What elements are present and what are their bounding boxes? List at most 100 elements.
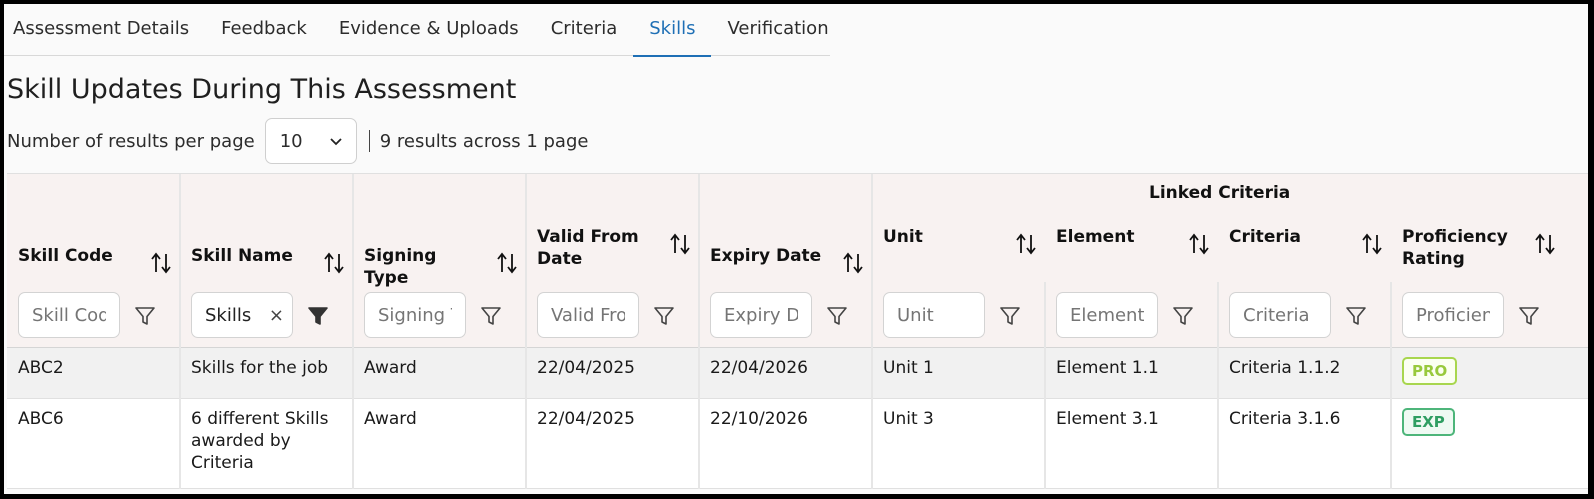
column-divider (1390, 282, 1392, 349)
column-divider (1390, 348, 1392, 399)
column-header-skill-name: Skill Name (191, 246, 293, 266)
cell-valid-from: 22/04/2025 (537, 358, 635, 378)
table-header: Linked Criteria Skill Code Skill Name Skil… (7, 173, 1588, 349)
column-header-signing-type: Signing Type (364, 246, 437, 288)
filter-text[interactable] (897, 304, 971, 326)
tab-evidence-uploads[interactable]: Evidence & Uploads (323, 4, 535, 56)
cell-element: Element 3.1 (1056, 409, 1159, 429)
filter-text[interactable] (1416, 304, 1490, 326)
filter-text[interactable] (551, 304, 625, 326)
filter-text[interactable] (1070, 304, 1144, 326)
cell-expiry-date: 22/04/2026 (710, 358, 808, 378)
column-divider (1390, 399, 1392, 489)
chevron-down-icon (330, 138, 342, 146)
column-divider (1044, 282, 1046, 349)
column-divider (179, 399, 181, 489)
tab-skills[interactable]: Skills (633, 4, 712, 57)
filter-text[interactable] (378, 304, 452, 326)
cell-signing-type: Award (364, 358, 417, 378)
page-title: Skill Updates During This Assessment (7, 74, 517, 105)
filter-icon[interactable] (826, 305, 848, 327)
column-header-unit: Unit (883, 227, 923, 247)
filter-input-skill-name[interactable]: Skills × (191, 292, 293, 338)
sort-icon[interactable] (1534, 232, 1556, 256)
sort-icon[interactable] (1361, 232, 1383, 256)
pagination-controls: Number of results per page 10 9 results … (7, 118, 588, 164)
column-divider (871, 399, 873, 489)
cell-unit: Unit 1 (883, 358, 934, 378)
cell-skill-code: ABC6 (18, 409, 64, 429)
cell-skill-name: 6 different Skills awarded by Criteria (191, 409, 329, 473)
cell-criteria: Criteria 3.1.6 (1229, 409, 1341, 429)
filter-input-criteria[interactable] (1229, 292, 1331, 338)
cell-valid-from: 22/04/2025 (537, 409, 635, 429)
column-divider (698, 174, 700, 349)
table-row[interactable]: ABC2 Skills for the job Award 22/04/2025 22/… (7, 348, 1588, 399)
column-divider (179, 348, 181, 399)
table-row[interactable]: ABC6 6 different Skills awarded by Criter… (7, 399, 1588, 489)
column-divider (525, 348, 527, 399)
filter-text[interactable] (1243, 304, 1317, 326)
filter-input-proficiency[interactable] (1402, 292, 1504, 338)
filter-input-unit[interactable] (883, 292, 985, 338)
sort-icon[interactable] (323, 251, 345, 275)
column-divider (1217, 348, 1219, 399)
cell-criteria: Criteria 1.1.2 (1229, 358, 1341, 378)
filter-icon[interactable] (1345, 305, 1367, 327)
filter-input-skill-code[interactable] (18, 292, 120, 338)
column-divider (1044, 399, 1046, 489)
cell-unit: Unit 3 (883, 409, 934, 429)
filter-icon[interactable] (1518, 305, 1540, 327)
filter-input-valid-from[interactable] (537, 292, 639, 338)
filter-icon[interactable] (134, 305, 156, 327)
cell-signing-type: Award (364, 409, 417, 429)
tab-criteria[interactable]: Criteria (535, 4, 634, 56)
column-divider (698, 399, 700, 489)
tab-feedback[interactable]: Feedback (205, 4, 323, 56)
column-divider (1217, 282, 1219, 349)
tab-assessment-details[interactable]: Assessment Details (4, 4, 205, 56)
filter-icon[interactable] (653, 305, 675, 327)
filter-value: Skills (205, 304, 252, 326)
column-divider (1217, 399, 1219, 489)
proficiency-badge: PRO (1402, 357, 1458, 385)
column-divider (352, 174, 354, 349)
filter-text[interactable] (32, 304, 106, 326)
table-body: ABC2 Skills for the job Award 22/04/2025 22/… (7, 348, 1588, 489)
sort-icon[interactable] (1188, 232, 1210, 256)
cell-skill-name: Skills for the job (191, 358, 329, 378)
results-per-page-label: Number of results per page (7, 130, 255, 152)
cell-element: Element 1.1 (1056, 358, 1159, 378)
tab-verification[interactable]: Verification (711, 4, 844, 56)
linked-criteria-group-header: Linked Criteria (1149, 183, 1291, 203)
filter-active-icon[interactable] (307, 305, 329, 327)
clear-filter-icon[interactable]: × (269, 305, 284, 326)
column-header-proficiency: Proficiency Rating (1402, 227, 1508, 269)
results-summary: 9 results across 1 page (379, 130, 589, 152)
column-divider (525, 399, 527, 489)
proficiency-badge: EXP (1402, 408, 1455, 436)
column-divider (1044, 348, 1046, 399)
filter-input-element[interactable] (1056, 292, 1158, 338)
column-header-element: Element (1056, 227, 1135, 247)
column-divider (179, 174, 181, 349)
results-per-page-select[interactable]: 10 (264, 118, 357, 164)
filter-icon[interactable] (1172, 305, 1194, 327)
filter-input-expiry-date[interactable] (710, 292, 812, 338)
column-divider (871, 348, 873, 399)
assessment-panel: Assessment Details Feedback Evidence & U… (4, 4, 1588, 494)
skills-table: Linked Criteria Skill Code Skill Name Skil… (7, 173, 1588, 489)
filter-input-signing-type[interactable] (364, 292, 466, 338)
results-per-page-value: 10 (279, 130, 303, 152)
sort-icon[interactable] (842, 251, 864, 275)
sort-icon[interactable] (1015, 232, 1037, 256)
column-header-criteria: Criteria (1229, 227, 1302, 247)
filter-icon[interactable] (480, 305, 502, 327)
sort-icon[interactable] (496, 251, 518, 275)
filter-text[interactable] (724, 304, 798, 326)
filter-icon[interactable] (999, 305, 1021, 327)
sort-icon[interactable] (669, 232, 691, 256)
column-divider (698, 348, 700, 399)
column-header-valid-from: Valid From Date (537, 227, 639, 269)
sort-icon[interactable] (150, 251, 172, 275)
